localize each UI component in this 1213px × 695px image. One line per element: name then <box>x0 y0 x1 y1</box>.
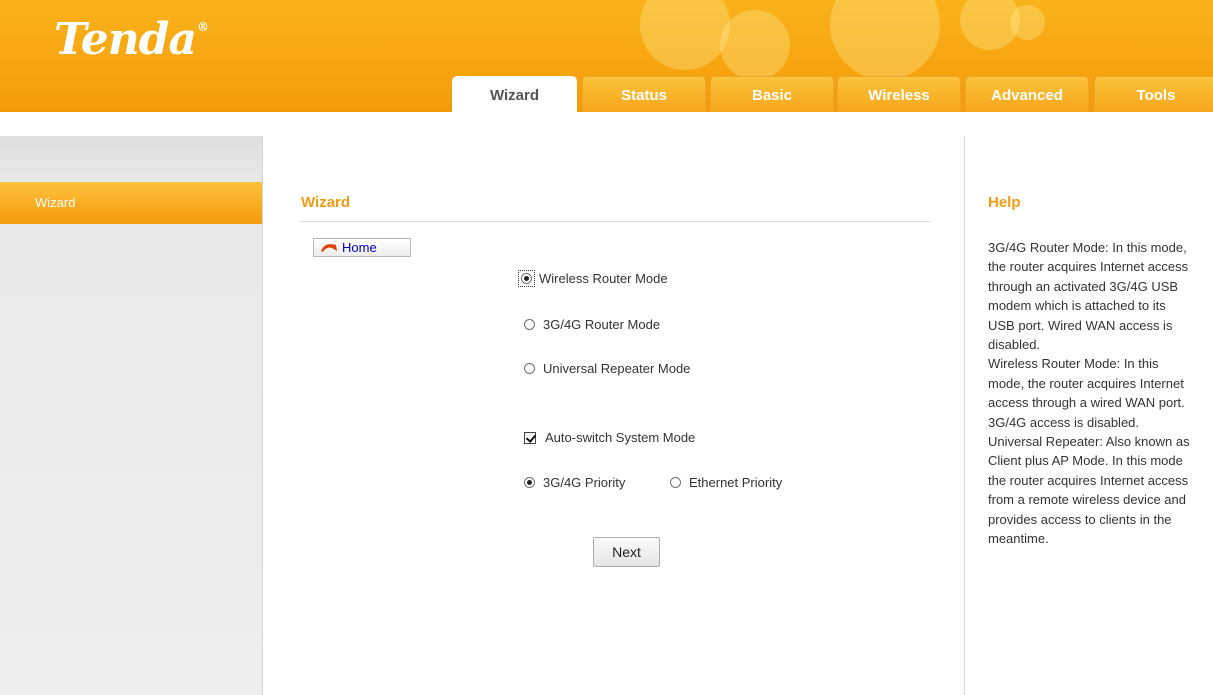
radio-3g4g-router-mode[interactable] <box>524 319 535 330</box>
help-paragraph: Universal Repeater: Also known as Client… <box>988 434 1190 547</box>
tab-tools[interactable]: Tools <box>1094 76 1213 112</box>
registered-mark: ® <box>196 20 209 34</box>
priority-label: 3G/4G Priority <box>543 475 626 490</box>
auto-switch-option: Auto-switch System Mode <box>524 430 695 445</box>
priority-option-3g4g: 3G/4G Priority <box>524 475 625 490</box>
radio-wireless-router-mode[interactable] <box>521 273 532 284</box>
auto-switch-label: Auto-switch System Mode <box>545 430 696 445</box>
help-paragraph: 3G/4G Router Mode: In this mode, the rou… <box>988 240 1189 353</box>
sidebar: Wizard <box>0 136 262 695</box>
radio-universal-repeater-mode[interactable] <box>524 363 535 374</box>
mode-option-wireless-router: Wireless Router Mode <box>518 270 668 287</box>
tab-advanced[interactable]: Advanced <box>965 76 1089 112</box>
radio-3g4g-priority[interactable] <box>524 477 535 488</box>
header-banner: Tenda® Wizard Status Basic Wireless Adva… <box>0 0 1213 112</box>
mode-label: 3G/4G Router Mode <box>543 317 661 332</box>
sidebar-divider <box>262 136 263 695</box>
auto-switch-checkbox[interactable] <box>524 431 536 444</box>
help-text: 3G/4G Router Mode: In this mode, the rou… <box>988 238 1196 549</box>
tenda-logo: Tenda® <box>54 14 209 65</box>
next-button[interactable]: Next <box>593 537 660 567</box>
tab-basic[interactable]: Basic <box>710 76 834 112</box>
logo-text: Tenda <box>54 14 197 65</box>
help-divider <box>964 136 965 695</box>
radio-ethernet-priority[interactable] <box>670 477 681 488</box>
decor-bubble <box>830 0 940 80</box>
header-spacer <box>0 112 1213 136</box>
decor-bubble <box>640 0 730 70</box>
mode-option-universal-repeater: Universal Repeater Mode <box>524 361 690 376</box>
home-button[interactable]: Home <box>313 238 411 257</box>
back-arrow-icon <box>320 240 338 257</box>
help-title: Help <box>988 194 1021 211</box>
focus-ring <box>518 270 535 287</box>
mode-option-3g4g-router: 3G/4G Router Mode <box>524 317 660 332</box>
priority-option-ethernet: Ethernet Priority <box>670 475 782 490</box>
title-divider <box>300 221 931 222</box>
tab-wireless[interactable]: Wireless <box>837 76 961 112</box>
mode-label: Universal Repeater Mode <box>543 361 691 376</box>
mode-label: Wireless Router Mode <box>539 271 668 286</box>
tab-wizard[interactable]: Wizard <box>452 76 577 112</box>
sidebar-item-wizard[interactable]: Wizard <box>0 182 262 224</box>
priority-label: Ethernet Priority <box>689 475 783 490</box>
page-title: Wizard <box>301 194 351 211</box>
home-label: Home <box>342 240 377 255</box>
help-paragraph: Wireless Router Mode: In this mode, the … <box>988 356 1185 430</box>
decor-bubble <box>720 10 790 80</box>
tab-status[interactable]: Status <box>582 76 706 112</box>
decor-bubble <box>1010 5 1045 40</box>
